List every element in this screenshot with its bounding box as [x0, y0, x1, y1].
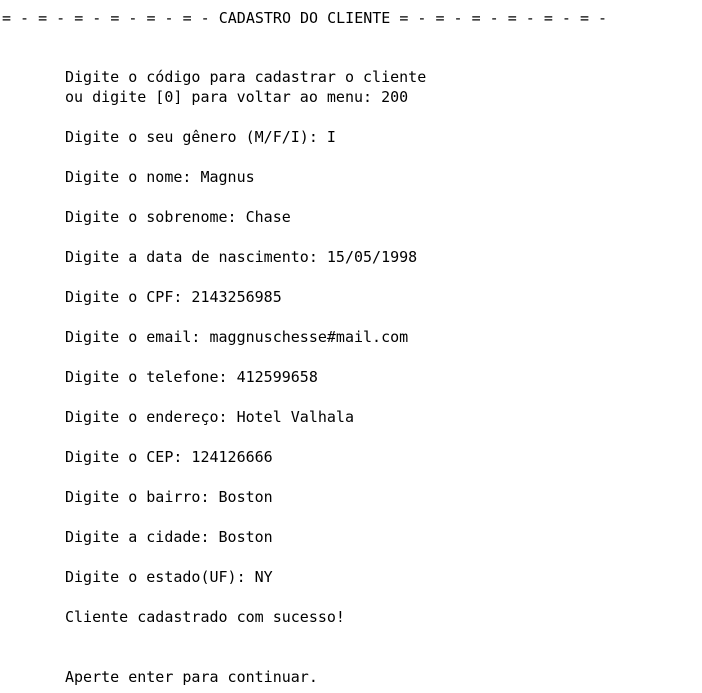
prompt-cpf: Digite o CPF: 2143256985 [65, 288, 282, 306]
prompt-gender: Digite o seu gênero (M/F/I): I [65, 128, 336, 146]
prompt-cep: Digite o CEP: 124126666 [65, 448, 273, 466]
console-window: { "console": { "header": "= - = - = - = … [0, 0, 702, 693]
prompt-name: Digite o nome: Magnus [65, 168, 255, 186]
prompt-surname: Digite o sobrenome: Chase [65, 208, 291, 226]
prompt-neighborhood: Digite o bairro: Boston [65, 488, 273, 506]
prompt-phone: Digite o telefone: 412599658 [65, 368, 318, 386]
continue-prompt: Aperte enter para continuar. [65, 668, 318, 686]
prompt-code-return: ou digite [0] para voltar ao menu: 200 [65, 88, 409, 106]
prompt-state: Digite o estado(UF): NY [65, 568, 273, 586]
prompt-city: Digite a cidade: Boston [65, 528, 273, 546]
success-message: Cliente cadastrado com sucesso! [65, 608, 345, 626]
screen-title: = - = - = - = - = - = - CADASTRO DO CLIE… [2, 9, 608, 27]
prompt-email: Digite o email: maggnuschesse#mail.com [65, 328, 409, 346]
prompt-birthdate: Digite a data de nascimento: 15/05/1998 [65, 248, 418, 266]
prompt-address: Digite o endereço: Hotel Valhala [65, 408, 354, 426]
prompt-code: Digite o código para cadastrar o cliente [65, 68, 427, 86]
